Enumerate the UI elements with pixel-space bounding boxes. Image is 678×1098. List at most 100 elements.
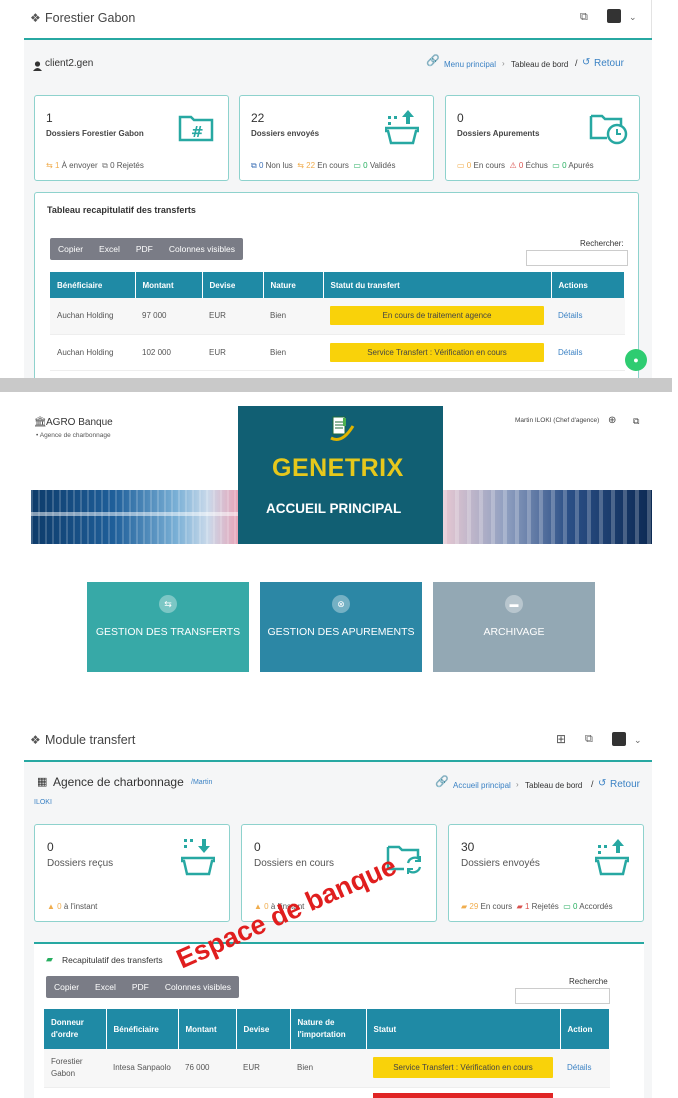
basket-upload-icon	[384, 108, 420, 151]
col-beneficiaire[interactable]: Bénéficiaire	[106, 1009, 179, 1049]
stat-card-dossiers-envoyes[interactable]: 22 Dossiers envoyés ⧉ 0 Non lus ⇆ 22 En …	[239, 95, 434, 181]
tile-label: ARCHIVAGE	[483, 626, 545, 638]
breadcrumb-current: Tableau de bord	[511, 60, 569, 69]
col-devise[interactable]: Devise	[202, 272, 264, 298]
visible-columns-button[interactable]: Colonnes visibles	[157, 982, 239, 992]
breadcrumb-home-link[interactable]: Accueil principal	[453, 781, 511, 790]
chevron-down-icon[interactable]: ⌄	[629, 12, 637, 23]
stat-card-dossiers-envoyes[interactable]: 30 Dossiers envoyés ▰ 29 En cours ▰ 1 Re…	[448, 824, 644, 922]
transfer-summary-panel: Tableau recapitulatif des transferts Cop…	[34, 192, 639, 378]
status-badge: Service Transfert : Vérification en cour…	[373, 1057, 553, 1079]
back-link[interactable]: Retour	[594, 58, 624, 69]
card-label: Dossiers en cours	[254, 858, 335, 869]
card-footer: ▭ 0 En cours ⚠ 0 Échus ▭ 0 Apurés	[457, 161, 594, 170]
col-nature[interactable]: Nature de l'importation	[290, 1009, 367, 1049]
back-icon[interactable]: ↺	[598, 778, 606, 789]
banner-title: ACCUEIL PRINCIPAL	[266, 501, 402, 516]
bank-icon: 🏛	[34, 417, 47, 428]
agro-banque-home-screenshot: 🏛 AGRO Banque • Agence de charbonnage Ma…	[0, 392, 678, 707]
agency-name: • Agence de charbonnage	[36, 432, 111, 439]
panel-title: Tableau recapitulatif des transferts	[47, 205, 196, 215]
col-statut[interactable]: Statut du transfert	[323, 272, 552, 298]
details-link[interactable]: Détails	[558, 311, 582, 320]
panel-icon: ▰	[46, 954, 53, 964]
breadcrumb-separator: ›	[516, 780, 519, 789]
banner-right-image	[443, 490, 652, 544]
module-transfert-screenshot: ❖ Module transfert ⊞ ⧉ ⌄ ▦ Agence de cha…	[0, 707, 678, 1098]
card-footer: ▰ 29 En cours ▰ 1 Rejetés ▭ 0 Accordés	[461, 902, 613, 911]
user-menu-icon[interactable]	[612, 732, 626, 746]
top-navbar: ❖ Forestier Gabon ⧉ ⌄	[0, 0, 652, 38]
pdf-button[interactable]: PDF	[124, 982, 157, 992]
tile-label: GESTION DES TRANSFERTS	[95, 626, 241, 638]
col-action[interactable]: Action	[560, 1009, 610, 1049]
col-nature[interactable]: Nature	[263, 272, 324, 298]
search-input[interactable]	[515, 988, 610, 1004]
genetrix-logo-icon	[328, 414, 356, 449]
stat-card-dossiers-recus[interactable]: 0 Dossiers reçus ▲ 0 à l'instant	[34, 824, 230, 922]
copy-button[interactable]: Copier	[46, 982, 87, 992]
copy-button[interactable]: Copier	[50, 244, 91, 254]
cell-statut: Service Transfert : Vérification en cour…	[366, 1049, 560, 1088]
warning-icon: ⚠	[509, 161, 517, 170]
transfers-table: Donneur d'ordre Bénéficiaire Montant Dev…	[44, 1009, 610, 1098]
folder-clock-icon	[589, 112, 629, 151]
search-input[interactable]	[526, 250, 628, 266]
app-logo-icon: ❖	[30, 733, 41, 747]
col-devise[interactable]: Devise	[236, 1009, 291, 1049]
reject-icon: ⧉	[102, 161, 108, 170]
user-menu-icon[interactable]	[607, 9, 621, 23]
chat-button[interactable]: ●	[625, 349, 647, 371]
banner-left-image	[31, 490, 239, 544]
details-link[interactable]: Détails	[567, 1063, 591, 1072]
stat-card-dossiers-forestier[interactable]: 1 Dossiers Forestier Gabon # ⇆ 1 À envoy…	[34, 95, 229, 181]
col-donneur[interactable]: Donneur d'ordre	[44, 1009, 107, 1049]
cell-devise: EUR	[236, 1049, 290, 1088]
search-label: Recherche	[569, 977, 608, 986]
validated-icon: ▭	[353, 161, 361, 170]
pdf-button[interactable]: PDF	[128, 244, 161, 254]
send-icon: ⇆	[46, 161, 53, 170]
screens-icon[interactable]: ⧉	[580, 11, 588, 24]
back-link[interactable]: Retour	[610, 779, 640, 790]
col-actions[interactable]: Actions	[551, 272, 625, 298]
back-icon[interactable]: ↺	[582, 57, 590, 68]
col-beneficiaire[interactable]: Bénéficiaire	[50, 272, 136, 298]
card-count: 1	[46, 111, 53, 125]
link-icon: 🔗	[435, 776, 449, 788]
card-label: Dossiers envoyés	[251, 129, 320, 138]
stat-card-dossiers-apurements[interactable]: 0 Dossiers Apurements ▭ 0 En cours ⚠ 0 É…	[445, 95, 640, 181]
grid-icon[interactable]: ⊞	[556, 732, 566, 746]
transfer-icon: ⇆	[159, 595, 177, 613]
tile-gestion-apurements[interactable]: ⊗ GESTION DES APUREMENTS	[260, 582, 422, 672]
card-label: Dossiers reçus	[47, 858, 114, 869]
cell-action: Détails	[560, 1049, 610, 1088]
table-row-partial	[44, 1087, 610, 1098]
col-montant[interactable]: Montant	[178, 1009, 237, 1049]
screens-icon[interactable]: ⧉	[633, 416, 639, 427]
excel-button[interactable]: Excel	[87, 982, 124, 992]
card-label: Dossiers Forestier Gabon	[46, 129, 144, 138]
tile-gestion-transferts[interactable]: ⇆ GESTION DES TRANSFERTS	[87, 582, 249, 672]
breadcrumb-slash: /	[591, 779, 594, 789]
export-button-group: Copier Excel PDF Colonnes visibles	[50, 238, 243, 260]
cell-statut: En cours de traitement agence	[323, 298, 551, 335]
breadcrumb-home-link[interactable]: Menu principal	[444, 60, 496, 69]
excel-button[interactable]: Excel	[91, 244, 128, 254]
col-montant[interactable]: Montant	[135, 272, 203, 298]
add-icon[interactable]: ⊕	[608, 415, 616, 426]
details-link[interactable]: Détails	[558, 348, 582, 357]
close-circle-icon: ⊗	[332, 595, 350, 613]
archive-icon: ▬	[505, 595, 523, 613]
screens-icon[interactable]: ⧉	[585, 733, 593, 746]
unread-icon: ⧉	[251, 161, 257, 170]
cell-action: Détails	[551, 298, 625, 335]
col-statut[interactable]: Statut	[366, 1009, 561, 1049]
chevron-down-icon[interactable]: ⌄	[634, 735, 642, 746]
content-area: client2.gen 🔗 Menu principal › Tableau d…	[24, 40, 652, 378]
user-icon	[33, 58, 42, 71]
visible-columns-button[interactable]: Colonnes visibles	[161, 244, 243, 254]
table-row: Auchan Holding 97 000 EUR Bien En cours …	[50, 298, 625, 335]
table-header-row: Donneur d'ordre Bénéficiaire Montant Dev…	[44, 1009, 610, 1049]
tile-archivage[interactable]: ▬ ARCHIVAGE	[433, 582, 595, 672]
